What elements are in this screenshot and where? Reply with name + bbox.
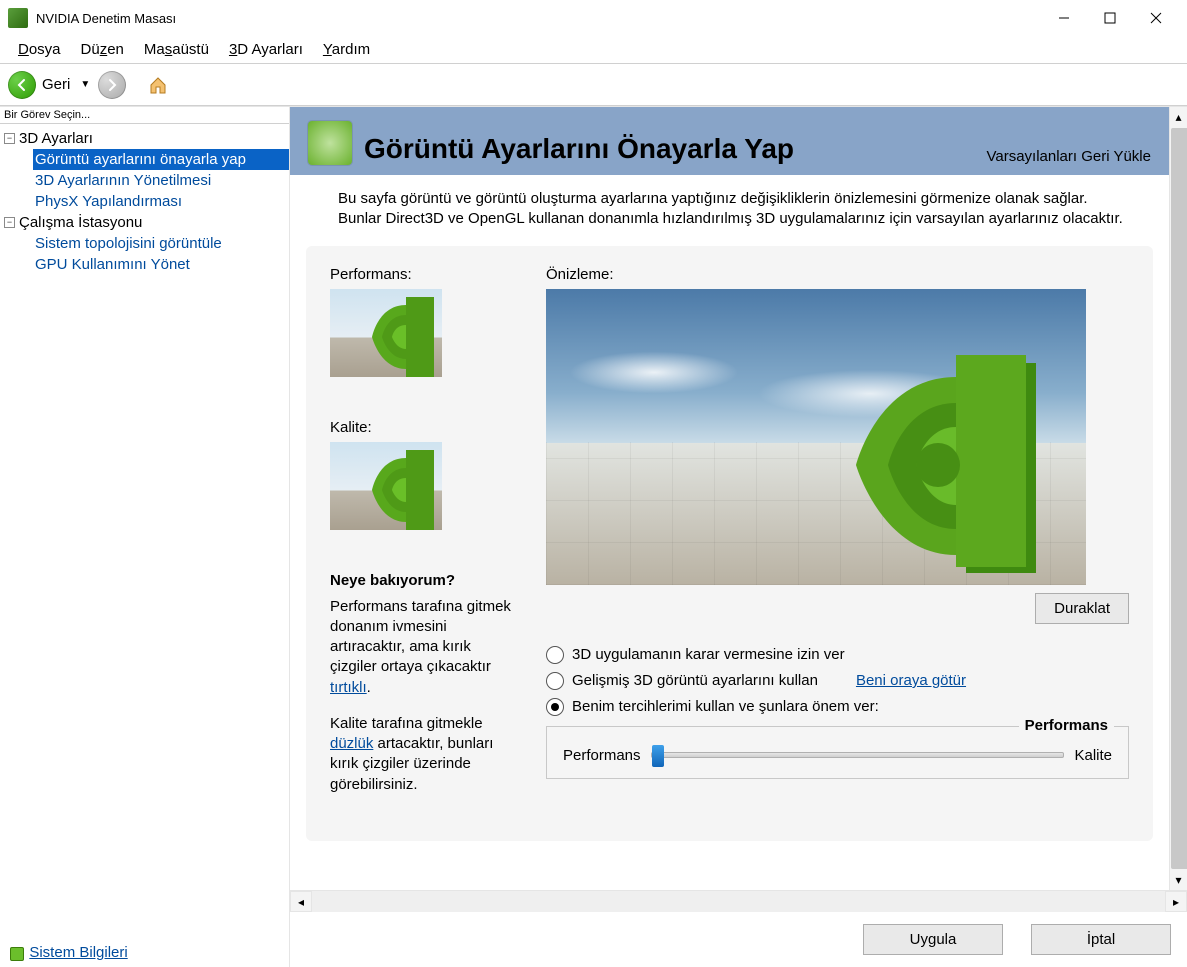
horizontal-scrollbar[interactable]: ◂ ▸ [290,890,1187,912]
tree-group-label[interactable]: 3D Ayarları [19,130,93,147]
nvidia-logo-3d [838,355,1058,585]
slider-thumb[interactable] [652,745,664,767]
nav-home-button[interactable] [146,73,170,97]
scroll-down-icon[interactable]: ▾ [1170,870,1187,890]
slider-label-left: Performans [563,747,641,764]
help-link-smoothness[interactable]: düzlük [330,735,373,752]
nav-history-dropdown[interactable]: ▼ [76,79,94,90]
task-tree: −3D AyarlarıGörüntü ayarlarını önayarla … [0,124,289,937]
vertical-scrollbar[interactable]: ▴ ▾ [1169,107,1187,890]
preference-slider[interactable] [651,752,1065,758]
tree-item[interactable]: GPU Kullanımını Yönet [33,254,289,275]
left-column: Performans: Kalite: Neye bakıyorum? [330,266,520,811]
page-header: Görüntü Ayarlarını Önayarla Yap Varsayıl… [290,107,1169,175]
radio-advanced-settings[interactable] [546,672,564,690]
content-area: Bir Görev Seçin... −3D AyarlarıGörüntü a… [0,106,1187,967]
menu-3d-settings[interactable]: 3D Ayarları [219,37,313,62]
quality-thumb-label: Kalite: [330,419,520,436]
preference-radio-group: 3D uygulamanın karar vermesine izin ver … [546,642,1129,779]
menu-bar: Dosya Düzen Masaüstü 3D Ayarları Yardım [0,36,1187,64]
footer-buttons: Uygula İptal [290,912,1187,967]
scroll-up-icon[interactable]: ▴ [1170,107,1187,127]
sidebar: Bir Görev Seçin... −3D AyarlarıGörüntü a… [0,107,290,967]
apply-button[interactable]: Uygula [863,924,1003,955]
performance-thumbnail[interactable] [330,289,442,377]
preview-viewport [546,289,1086,585]
window-controls [1041,2,1179,34]
pause-button[interactable]: Duraklat [1035,593,1129,624]
nav-bar: Geri ▼ [0,64,1187,106]
tree-item[interactable]: Görüntü ayarlarını önayarla yap [33,149,289,170]
main-pane: Görüntü Ayarlarını Önayarla Yap Varsayıl… [290,107,1187,967]
nav-back-button[interactable] [8,71,36,99]
system-info-icon [10,947,24,961]
page-header-icon [308,121,352,165]
radio-let-app-decide[interactable] [546,646,564,664]
maximize-button[interactable] [1087,2,1133,34]
help-paragraph-quality: Kalite tarafına gitmekle düzlük artacakt… [330,714,520,795]
preview-label: Önizleme: [546,266,1129,283]
page-title: Görüntü Ayarlarını Önayarla Yap [364,133,794,165]
scroll-left-icon[interactable]: ◂ [290,891,312,912]
radio-let-app-decide-label: 3D uygulamanın karar vermesine izin ver [572,646,845,663]
help-heading: Neye bakıyorum? [330,572,520,589]
tree-item[interactable]: PhysX Yapılandırması [33,191,289,212]
tree-item[interactable]: Sistem topolojisini görüntüle [33,233,289,254]
nav-forward-button[interactable] [98,71,126,99]
page-description: Bu sayfa görüntü ve görüntü oluşturma ay… [290,175,1169,238]
main-scroll-area: Görüntü Ayarlarını Önayarla Yap Varsayıl… [290,107,1169,890]
tree-collapse-icon[interactable]: − [4,217,15,228]
tree-group-label[interactable]: Çalışma İstasyonu [19,214,142,231]
menu-file[interactable]: Dosya [8,37,71,62]
right-column: Önizleme: [546,266,1129,811]
scroll-right-icon[interactable]: ▸ [1165,891,1187,912]
sidebar-footer: Sistem Bilgileri [0,937,289,967]
menu-edit[interactable]: Düzen [71,37,134,62]
menu-desktop[interactable]: Masaüstü [134,37,219,62]
close-button[interactable] [1133,2,1179,34]
tree-item[interactable]: 3D Ayarlarının Yönetilmesi [33,170,289,191]
slider-label-right: Kalite [1074,747,1112,764]
radio-advanced-settings-label: Gelişmiş 3D görüntü ayarlarını kullan [572,672,818,689]
nvidia-app-icon [8,8,28,28]
help-link-jagged[interactable]: tırtıklı [330,679,367,696]
window-title: NVIDIA Denetim Masası [36,11,176,26]
menu-help[interactable]: Yardım [313,37,380,62]
performance-thumb-label: Performans: [330,266,520,283]
slider-frame-title: Performans [1019,717,1114,734]
title-bar: NVIDIA Denetim Masası [0,0,1187,36]
minimize-button[interactable] [1041,2,1087,34]
radio-use-my-preference[interactable] [546,698,564,716]
preference-slider-frame: Performans Performans Kalite [546,726,1129,779]
tree-collapse-icon[interactable]: − [4,133,15,144]
system-info-link[interactable]: Sistem Bilgileri [29,944,127,961]
cancel-button[interactable]: İptal [1031,924,1171,955]
quality-thumbnail[interactable] [330,442,442,530]
radio-use-my-preference-label: Benim tercihlerimi kullan ve şunlara öne… [572,698,879,715]
restore-defaults-link[interactable]: Varsayılanları Geri Yükle [986,148,1151,165]
take-me-there-link[interactable]: Beni oraya götür [856,672,966,689]
settings-panel: Performans: Kalite: Neye bakıyorum? [306,246,1153,841]
help-paragraph-performance: Performans tarafına gitmek donanım ivmes… [330,597,520,698]
nav-back-label: Geri [42,76,70,93]
sidebar-title: Bir Görev Seçin... [0,107,289,124]
